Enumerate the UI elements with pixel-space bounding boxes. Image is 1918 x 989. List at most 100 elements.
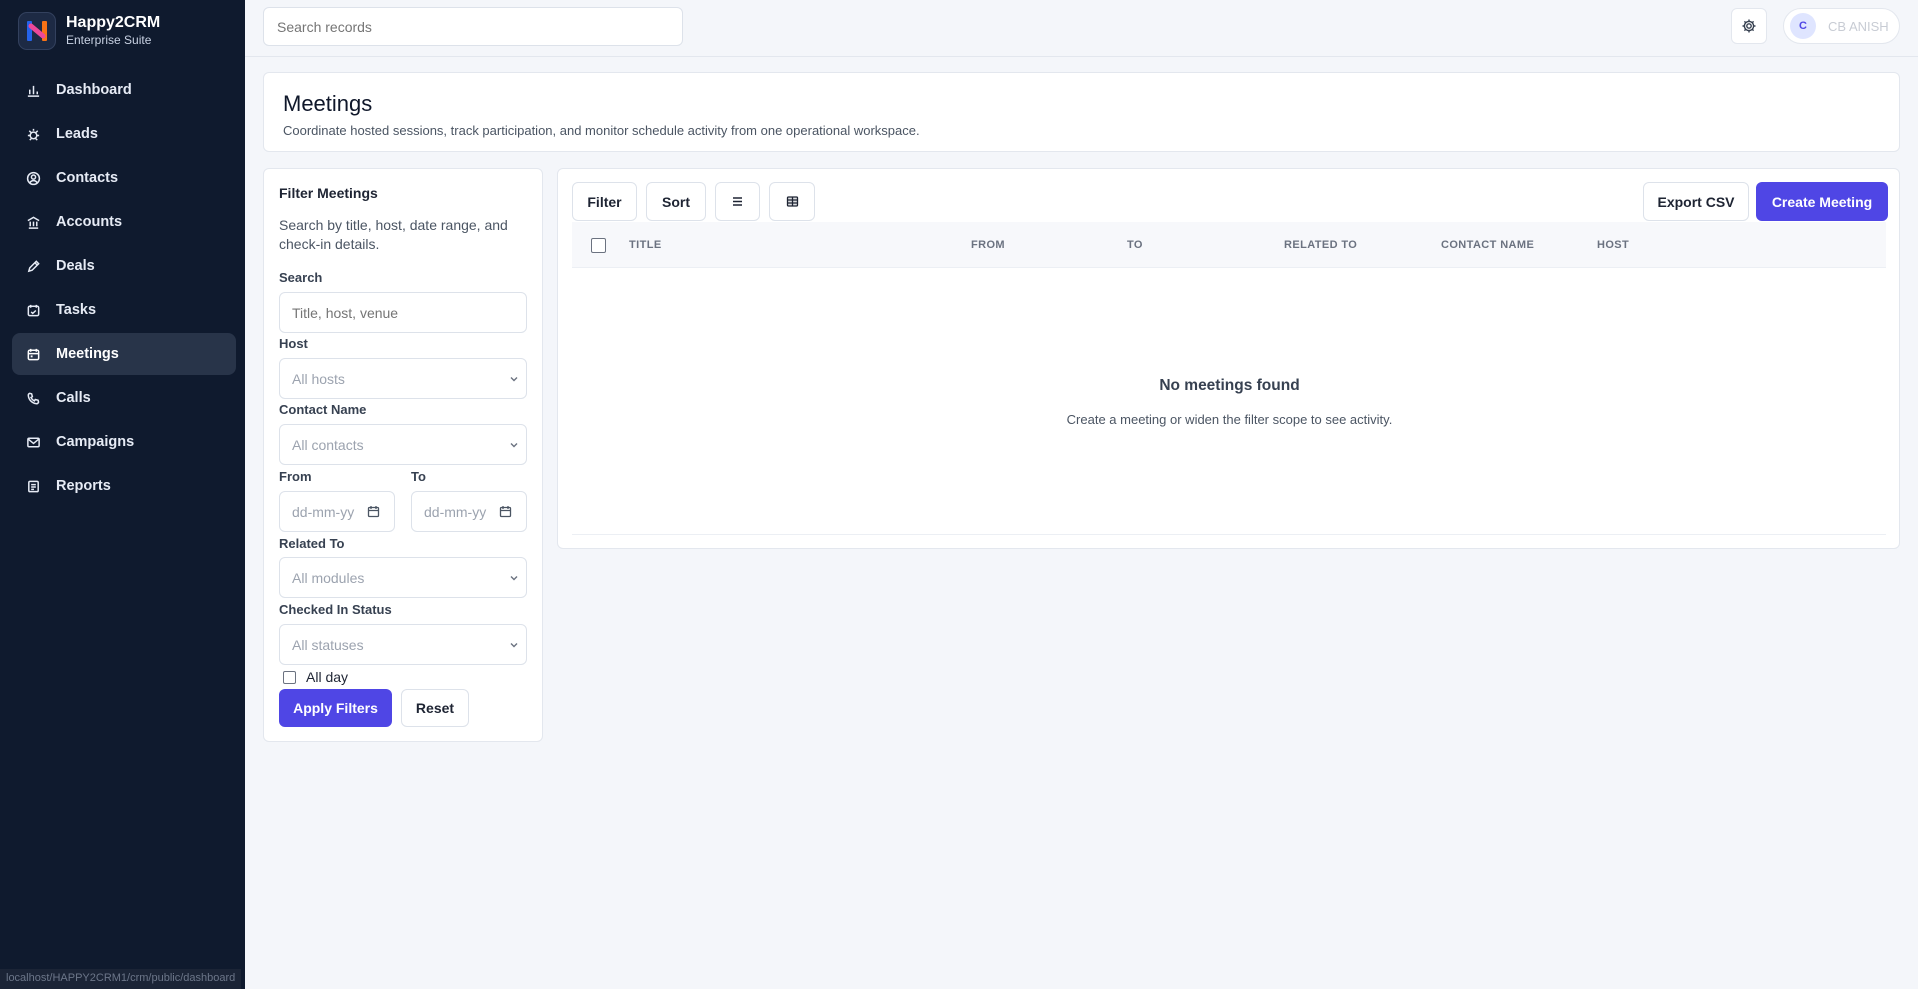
host-select[interactable]: All hosts: [279, 358, 527, 399]
reset-button[interactable]: Reset: [401, 689, 469, 727]
sidebar-item-campaigns[interactable]: Campaigns: [12, 421, 236, 463]
allday-checkbox-row[interactable]: All day: [283, 669, 348, 685]
phone-icon: [27, 392, 40, 404]
list-icon: [733, 197, 742, 206]
to-date-placeholder: dd-mm-yy: [424, 503, 487, 520]
filter-search-input[interactable]: [279, 292, 527, 333]
to-date-input[interactable]: dd-mm-yy: [411, 491, 527, 532]
related-select[interactable]: All modules: [279, 557, 527, 598]
related-select-value: All modules: [292, 569, 365, 586]
sidebar-item-label: Deals: [56, 258, 95, 274]
to-label: To: [411, 469, 426, 484]
bar-chart-icon: [27, 85, 40, 97]
calendar-check-icon: [27, 304, 40, 316]
avatar: C: [1790, 13, 1816, 39]
sidebar-item-label: Campaigns: [56, 434, 135, 450]
search-label: Search: [279, 270, 323, 285]
sidebar-item-label: Contacts: [56, 170, 119, 186]
sidebar-nav: Dashboard Leads Contacts Accounts Deals …: [12, 69, 236, 509]
chevron-down-icon: [510, 377, 518, 382]
sidebar-item-label: Meetings: [56, 346, 119, 362]
from-date-input[interactable]: dd-mm-yy: [279, 491, 395, 532]
checkin-select[interactable]: All statuses: [279, 624, 527, 665]
page-header: Meetings Coordinate hosted sessions, tra…: [263, 72, 1900, 152]
column-header-from[interactable]: FROM: [971, 239, 1005, 251]
meetings-table-panel: Filter Sort Export CSV Create Meeting TI…: [557, 168, 1900, 549]
page-description: Coordinate hosted sessions, track partic…: [283, 123, 920, 138]
allday-label: All day: [306, 669, 349, 685]
apply-filters-button[interactable]: Apply Filters: [279, 689, 392, 727]
sidebar-item-accounts[interactable]: Accounts: [12, 201, 236, 243]
sidebar-item-label: Calls: [56, 390, 91, 406]
column-header-contact-name[interactable]: CONTACT NAME: [1441, 239, 1534, 251]
user-name: CB ANISH: [1828, 18, 1889, 34]
chevron-down-icon: [510, 643, 518, 648]
table-header-row: TITLE FROM TO RELATED TO CONTACT NAME HO…: [572, 222, 1886, 268]
page-title: Meetings: [283, 91, 373, 116]
related-label: Related To: [279, 536, 345, 551]
checkin-select-value: All statuses: [292, 636, 364, 653]
column-header-host[interactable]: HOST: [1597, 239, 1629, 251]
empty-state-description: Create a meeting or widen the filter sco…: [1066, 412, 1393, 427]
empty-state-title: No meetings found: [1159, 377, 1300, 394]
mail-icon: [27, 437, 40, 447]
status-bar-url: localhost/HAPPY2CRM1/crm/public/dashboar…: [0, 969, 242, 989]
filter-panel: Filter Meetings Search by title, host, d…: [263, 168, 543, 742]
bug-icon: [27, 128, 40, 141]
from-date-placeholder: dd-mm-yy: [292, 503, 355, 520]
table-divider: [572, 534, 1886, 535]
list-view-button[interactable]: [715, 182, 760, 221]
chevron-down-icon: [510, 443, 518, 448]
gear-icon: [1742, 19, 1756, 33]
sidebar-item-meetings[interactable]: Meetings: [12, 333, 236, 375]
settings-button[interactable]: [1731, 8, 1767, 44]
sidebar-item-dashboard[interactable]: Dashboard: [12, 69, 236, 111]
sidebar-item-label: Reports: [56, 478, 111, 494]
brand-subtitle: Enterprise Suite: [66, 33, 152, 47]
sidebar-item-deals[interactable]: Deals: [12, 245, 236, 287]
column-header-to[interactable]: TO: [1127, 239, 1143, 251]
sidebar-item-label: Leads: [56, 126, 98, 142]
calendar-icon[interactable]: [367, 505, 380, 518]
top-bar: C CB ANISH: [245, 0, 1918, 57]
select-all-checkbox[interactable]: [591, 238, 606, 253]
calendar-icon[interactable]: [499, 505, 512, 518]
global-search-input[interactable]: [263, 7, 683, 46]
sidebar-item-tasks[interactable]: Tasks: [12, 289, 236, 331]
sidebar-item-label: Tasks: [56, 302, 97, 318]
contact-select[interactable]: All contacts: [279, 424, 527, 465]
sidebar-item-calls[interactable]: Calls: [12, 377, 236, 419]
column-header-related-to[interactable]: RELATED TO: [1284, 239, 1357, 251]
brand[interactable]: Happy2CRM Enterprise Suite: [18, 12, 160, 50]
chevron-down-icon: [510, 576, 518, 581]
user-circle-icon: [26, 171, 41, 185]
sort-button[interactable]: Sort: [646, 182, 706, 221]
bank-icon: [27, 215, 40, 229]
grid-view-button[interactable]: [769, 182, 815, 221]
contact-label: Contact Name: [279, 402, 367, 417]
create-meeting-button[interactable]: Create Meeting: [1756, 182, 1888, 221]
checkin-label: Checked In Status: [279, 602, 392, 617]
allday-checkbox[interactable]: [283, 670, 296, 684]
host-label: Host: [279, 336, 308, 351]
pen-icon: [27, 259, 40, 272]
sidebar-item-contacts[interactable]: Contacts: [12, 157, 236, 199]
filter-button[interactable]: Filter: [572, 182, 637, 221]
sidebar-item-leads[interactable]: Leads: [12, 113, 236, 155]
export-csv-button[interactable]: Export CSV: [1643, 182, 1749, 221]
calendar-icon: [27, 348, 40, 360]
app-logo-icon: [18, 12, 56, 50]
user-menu[interactable]: C CB ANISH: [1783, 8, 1900, 44]
sidebar-item-label: Accounts: [56, 214, 123, 230]
brand-title: Happy2CRM: [66, 14, 161, 31]
contact-select-value: All contacts: [292, 436, 364, 453]
column-header-title[interactable]: TITLE: [629, 239, 662, 251]
filter-panel-description: Search by title, host, date range, and c…: [279, 217, 508, 252]
filter-panel-title: Filter Meetings: [279, 185, 378, 201]
table-icon: [786, 196, 798, 207]
host-select-value: All hosts: [292, 370, 345, 387]
sidebar: Happy2CRM Enterprise Suite Dashboard Lea…: [0, 0, 245, 989]
from-label: From: [279, 469, 312, 484]
sidebar-item-reports[interactable]: Reports: [12, 465, 236, 507]
sidebar-item-label: Dashboard: [56, 82, 132, 98]
